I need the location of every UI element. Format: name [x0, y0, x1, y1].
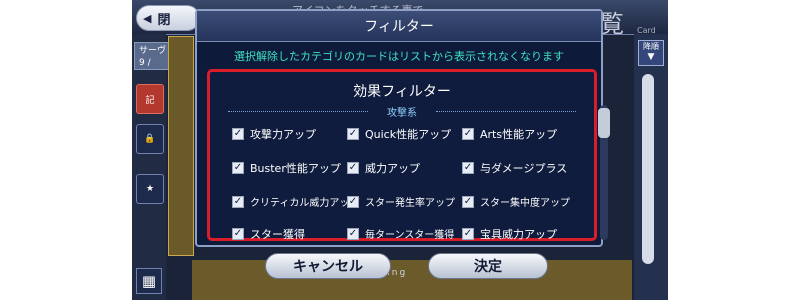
checkbox-checked-icon[interactable]: ✓: [232, 128, 244, 140]
filter-option[interactable]: ✓ クリティカル威力アップ: [232, 194, 359, 209]
filter-option[interactable]: ✓ 宝具威力アップ: [462, 226, 557, 242]
category-label: 攻撃系: [387, 108, 417, 119]
option-label: スター集中度アップ: [480, 198, 570, 209]
grid-icon: ▦: [141, 272, 157, 290]
option-label: スター発生率アップ: [365, 198, 455, 209]
cancel-button[interactable]: キャンセル: [265, 253, 391, 279]
checkbox-checked-icon[interactable]: ✓: [462, 195, 474, 208]
list-scrollbar[interactable]: [642, 74, 654, 264]
lock-button[interactable]: 🔒: [136, 124, 164, 154]
checkbox-checked-icon[interactable]: ✓: [347, 195, 359, 208]
option-label: 攻撃力アップ: [250, 128, 316, 141]
servant-label: サーヴ: [139, 46, 167, 56]
checkbox-checked-icon[interactable]: ✓: [462, 128, 474, 140]
filter-option[interactable]: ✓ スター集中度アップ: [462, 194, 570, 209]
checkbox-checked-icon[interactable]: ✓: [462, 228, 474, 240]
left-panel: [132, 34, 166, 300]
checkbox-checked-icon[interactable]: ✓: [347, 128, 359, 140]
option-label: クリティカル威力アップ: [250, 198, 360, 209]
filter-option[interactable]: ✓ 威力アップ: [347, 160, 420, 176]
back-arrow-icon: ◀: [143, 11, 152, 25]
servant-count: 9 /: [139, 58, 151, 68]
filter-option[interactable]: ✓ Quick性能アップ: [347, 126, 451, 142]
option-label: 与ダメージプラス: [480, 162, 568, 175]
filter-option[interactable]: ✓ Buster性能アップ: [232, 160, 341, 176]
sort-button[interactable]: 記: [136, 84, 164, 114]
option-label: 威力アップ: [365, 162, 420, 175]
dialog-title-bar: フィルター: [197, 11, 601, 42]
back-label: 閉: [157, 12, 171, 28]
grid-view-button[interactable]: ▦: [136, 268, 162, 294]
arrow-down-icon: ▼: [647, 52, 655, 62]
filter-option[interactable]: ✓ 与ダメージプラス: [462, 160, 567, 176]
lock-icon: 🔒: [144, 134, 156, 144]
filter-option[interactable]: ✓ 毎ターンスター獲得: [347, 226, 454, 241]
option-label: 宝具威力アップ: [480, 228, 557, 241]
card-column: [168, 36, 194, 256]
sort-label: 記: [145, 95, 155, 106]
checkbox-checked-icon[interactable]: ✓: [232, 162, 244, 174]
filter-option[interactable]: ✓ 攻撃力アップ: [232, 126, 316, 142]
back-button[interactable]: ◀ 閉: [136, 5, 200, 31]
option-label: 毎ターンスター獲得: [365, 230, 455, 241]
sort-order-label: 降順: [643, 42, 659, 51]
star-icon: ★: [145, 184, 155, 194]
option-label: Buster性能アップ: [250, 162, 341, 175]
filter-option[interactable]: ✓ スター獲得: [232, 226, 305, 242]
section-title: 効果フィルター: [353, 84, 451, 100]
checkbox-checked-icon[interactable]: ✓: [347, 162, 359, 174]
effect-filter-panel: 効果フィルター 攻撃系 ✓ 攻撃力アップ ✓ Quick性能アップ ✓ Arts…: [207, 69, 597, 241]
game-screen: ◀ 閉 アイコンをタッチする事で 一覧 Card サーヴ 9 / 記 🔒 ★ ▦…: [132, 0, 668, 300]
filter-scrollbar-thumb[interactable]: [598, 108, 610, 138]
option-label: Quick性能アップ: [365, 128, 452, 141]
checkbox-checked-icon[interactable]: ✓: [232, 228, 244, 240]
filter-option[interactable]: ✓ スター発生率アップ: [347, 194, 455, 209]
card-list-bottom: [192, 260, 632, 300]
checkbox-checked-icon[interactable]: ✓: [347, 227, 359, 240]
filter-option[interactable]: ✓ Arts性能アップ: [462, 126, 557, 142]
option-label: スター獲得: [250, 228, 305, 241]
option-label: Arts性能アップ: [480, 128, 558, 141]
sort-order-button[interactable]: 降順 ▼: [638, 40, 664, 66]
checkbox-checked-icon[interactable]: ✓: [232, 195, 244, 208]
dialog-subtitle: 選択解除したカテゴリのカードはリストから表示されなくなります: [234, 50, 564, 63]
category-header: 攻撃系: [210, 104, 594, 119]
checkbox-checked-icon[interactable]: ✓: [462, 162, 474, 174]
dialog-title: フィルター: [364, 19, 434, 35]
favorite-button[interactable]: ★: [136, 174, 164, 204]
confirm-button[interactable]: 決定: [428, 253, 548, 279]
